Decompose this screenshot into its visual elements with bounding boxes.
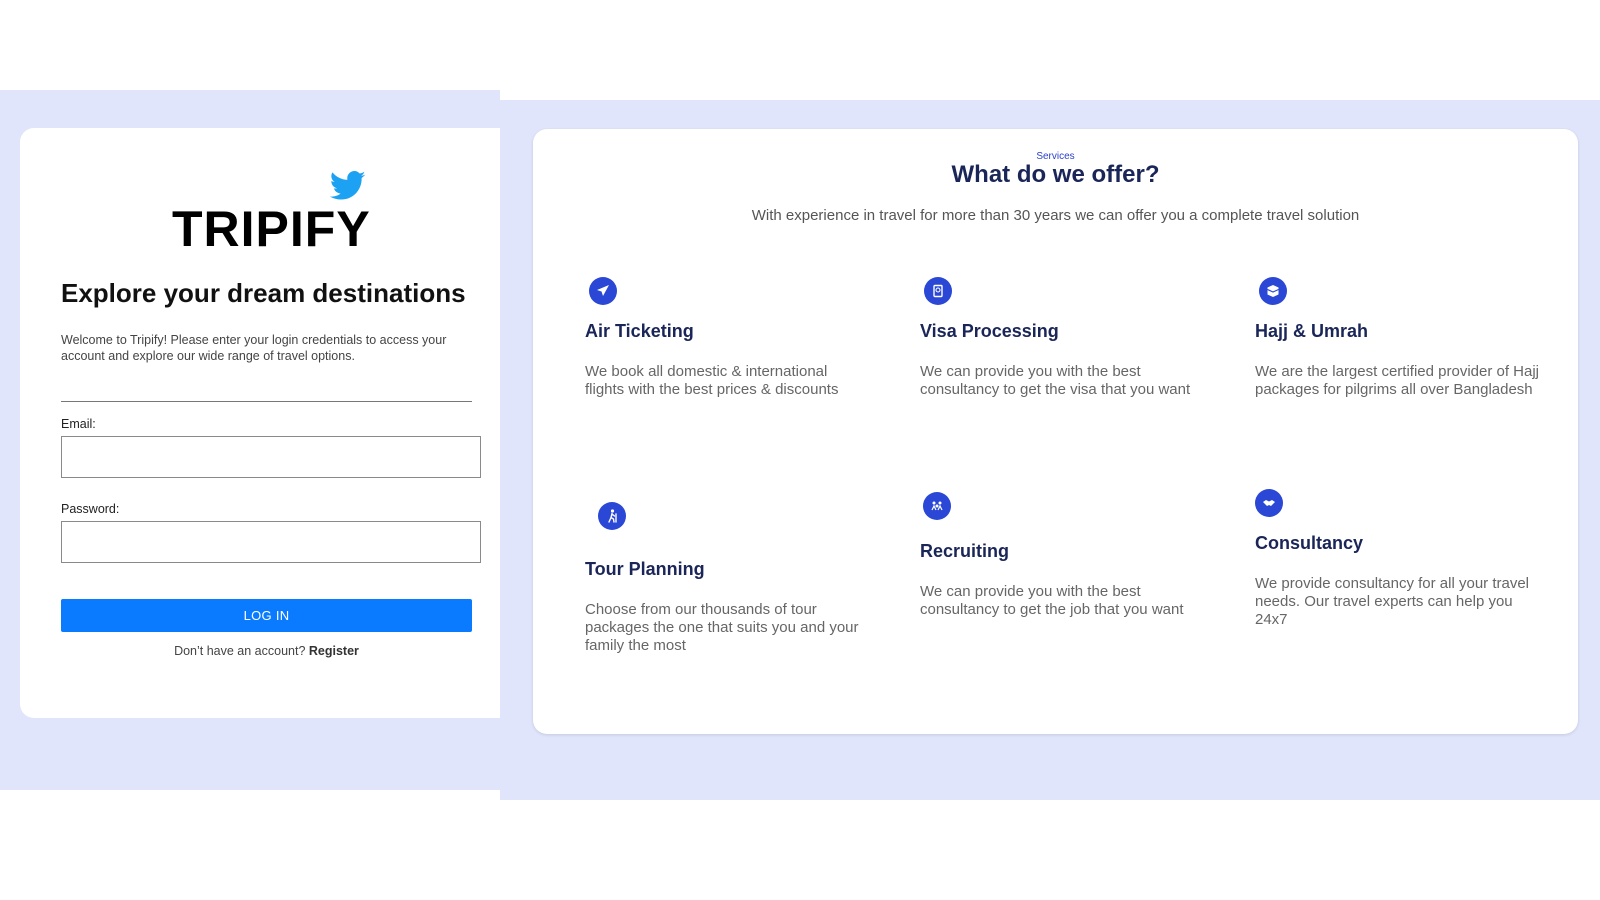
service-description: We are the largest certified provider of… xyxy=(1255,363,1540,398)
login-heading: Explore your dream destinations xyxy=(61,278,466,308)
divider xyxy=(61,401,472,402)
bird-icon xyxy=(330,171,366,200)
register-prompt: Don’t have an account? xyxy=(174,644,306,658)
email-field[interactable] xyxy=(61,436,481,478)
service-description: We can provide you with the best consult… xyxy=(920,363,1191,398)
register-prompt-line: Don’t have an account? Register xyxy=(61,644,472,658)
hiker-icon xyxy=(598,502,626,530)
people-group-icon xyxy=(923,492,951,520)
handshake-icon xyxy=(1255,489,1283,517)
airplane-icon xyxy=(589,277,617,305)
password-label: Password: xyxy=(61,502,120,516)
login-button[interactable]: LOG IN xyxy=(61,599,472,632)
brand-logo: TRIPIFY xyxy=(20,170,500,257)
services-subtitle: With experience in travel for more than … xyxy=(751,207,1360,224)
service-description: Choose from our thousands of tour packag… xyxy=(585,601,859,654)
login-card: TRIPIFY Explore your dream destinations … xyxy=(20,128,500,718)
login-description: Welcome to Tripify! Please enter your lo… xyxy=(61,333,447,363)
passport-icon xyxy=(924,277,952,305)
service-name: Visa Processing xyxy=(920,321,1059,341)
password-field[interactable] xyxy=(61,521,481,563)
services-card: Services What do we offer? With experien… xyxy=(533,129,1578,734)
kaaba-icon xyxy=(1259,277,1287,305)
register-link[interactable]: Register xyxy=(309,644,359,658)
service-name: Air Ticketing xyxy=(585,321,694,341)
email-label: Email: xyxy=(61,417,96,431)
service-name: Tour Planning xyxy=(585,559,705,579)
service-name: Consultancy xyxy=(1255,533,1364,553)
service-name: Recruiting xyxy=(920,541,1010,561)
page: TRIPIFY Explore your dream destinations … xyxy=(0,0,1600,900)
service-description: We book all domestic & international fli… xyxy=(585,363,839,398)
service-description: We provide consultancy for all your trav… xyxy=(1255,575,1530,628)
brand-name: TRIPIFY xyxy=(172,201,371,257)
services-title: What do we offer? xyxy=(951,161,1160,188)
service-description: We can provide you with the best consult… xyxy=(920,583,1184,618)
service-name: Hajj & Umrah xyxy=(1255,321,1369,341)
